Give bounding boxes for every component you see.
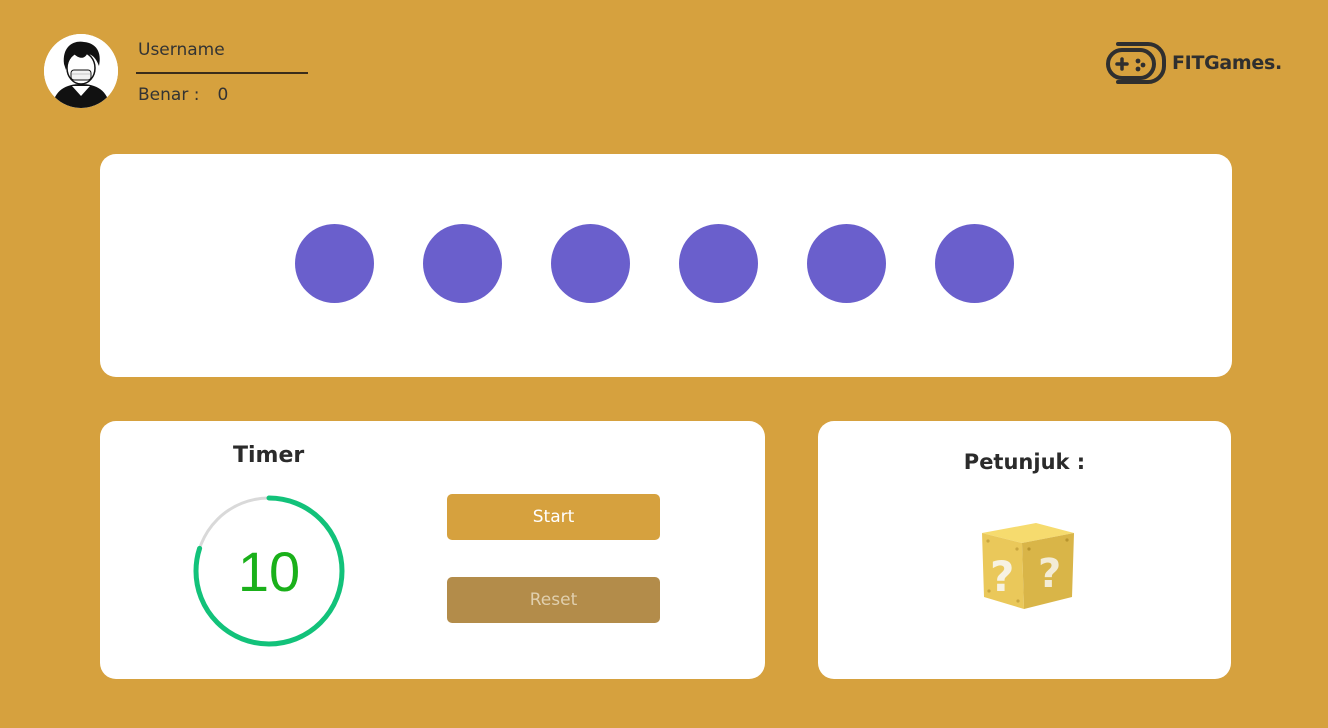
timer-panel: Timer 10 Start Reset <box>100 421 765 679</box>
sequence-dots <box>295 224 1014 303</box>
brand-logo: FITGames. <box>1104 38 1282 88</box>
start-button[interactable]: Start <box>447 494 660 540</box>
sequence-dot[interactable] <box>551 224 630 303</box>
hint-panel: Petunjuk : ? ? <box>818 421 1231 679</box>
reset-button[interactable]: Reset <box>447 577 660 623</box>
score-label: Benar : <box>138 85 200 105</box>
user-avatar <box>44 34 118 108</box>
brand-name: FITGames. <box>1172 52 1282 74</box>
timer-title: Timer <box>233 443 305 468</box>
sequence-dot[interactable] <box>423 224 502 303</box>
timer-value: 10 <box>237 539 301 603</box>
sequence-panel <box>100 154 1232 377</box>
sequence-dot[interactable] <box>807 224 886 303</box>
username-label: Username <box>138 40 225 60</box>
score-row: Benar : 0 <box>138 85 228 105</box>
sequence-dot[interactable] <box>295 224 374 303</box>
mystery-box-icon[interactable]: ? ? <box>974 519 1078 613</box>
svg-text:?: ? <box>1038 551 1061 597</box>
score-value: 0 <box>217 85 229 105</box>
sequence-dot[interactable] <box>935 224 1014 303</box>
username-underline <box>136 72 308 74</box>
hint-title: Petunjuk : <box>963 450 1086 474</box>
sequence-dot[interactable] <box>679 224 758 303</box>
svg-text:?: ? <box>990 552 1014 601</box>
gamepad-icon <box>1106 42 1166 84</box>
